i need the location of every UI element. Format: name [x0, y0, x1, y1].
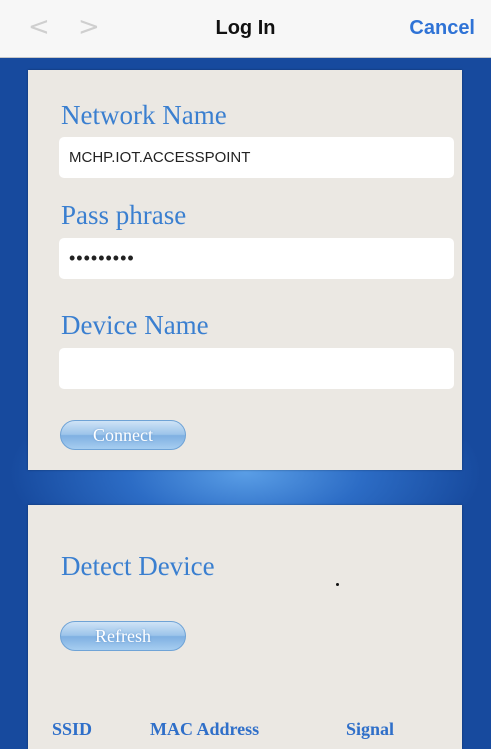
refresh-button[interactable]: Refresh — [60, 621, 186, 651]
network-name-field[interactable] — [59, 137, 454, 178]
navigation-bar: < > Log In Cancel — [0, 0, 491, 58]
column-header-ssid: SSID — [52, 719, 93, 739]
device-name-label: Device Name — [61, 310, 209, 340]
column-header-mac-address: MAC Address — [150, 719, 260, 739]
stray-dot — [336, 583, 339, 586]
connect-button[interactable]: Connect — [60, 420, 186, 450]
network-name-label: Network Name — [61, 100, 227, 130]
pass-phrase-field[interactable] — [59, 238, 454, 279]
content-area: Network Name Pass phrase Device Name Con… — [0, 58, 491, 749]
device-name-field[interactable] — [59, 348, 454, 389]
detect-device-title: Detect Device — [61, 551, 215, 581]
pass-phrase-label: Pass phrase — [61, 200, 187, 230]
column-header-signal: Signal — [346, 719, 395, 739]
detect-panel: Detect Device Refresh SSID MAC Address S… — [28, 505, 462, 749]
login-panel: Network Name Pass phrase Device Name Con… — [28, 70, 462, 470]
cancel-button[interactable]: Cancel — [409, 17, 475, 40]
